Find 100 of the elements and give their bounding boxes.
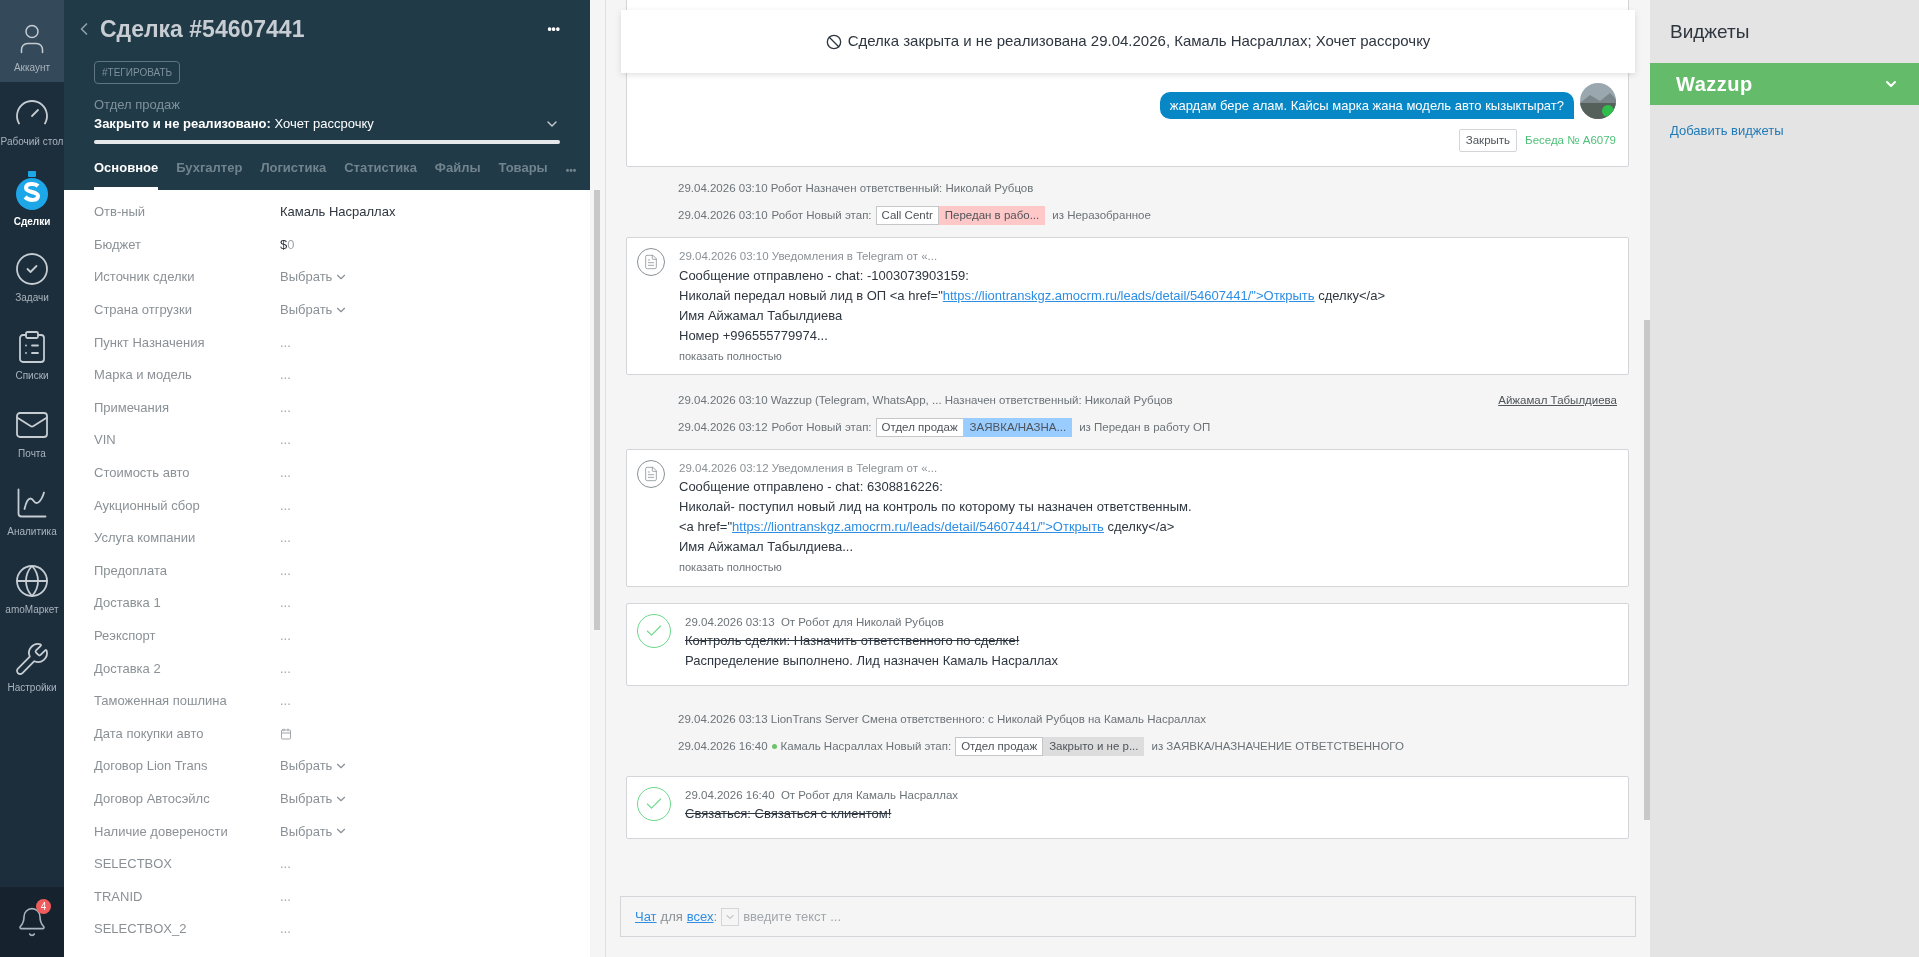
wrench-icon bbox=[14, 640, 50, 677]
message-text: Сообщение отправлено - chat: 6308816226: bbox=[679, 478, 944, 497]
pipeline-name: Отдел продаж bbox=[94, 95, 181, 114]
nav-label: Списки bbox=[15, 368, 49, 382]
field-value[interactable]: ... bbox=[280, 430, 291, 450]
field-value[interactable]: ... bbox=[280, 397, 291, 418]
field-label: SELECTBOX_2 bbox=[94, 920, 188, 939]
show-more-link[interactable]: показать полностью bbox=[679, 559, 1192, 576]
task-text: Контроль сделки: Назначить ответственного по сделке! bbox=[685, 632, 1021, 650]
event-meta: 29.04.2026 03:13 LionTrans Server Смена ответственного: с Николай Рубцов на Камаль Насраллах bbox=[678, 711, 1207, 727]
nav-item[interactable]: Аккаунт bbox=[0, 0, 64, 82]
field-label: Марка и модель bbox=[94, 366, 193, 385]
field-label: Примечания bbox=[94, 398, 171, 417]
event-meta: 29.04.2026 03:12 bbox=[678, 419, 768, 435]
field-value[interactable]: ... bbox=[280, 528, 291, 548]
show-more-link[interactable]: показать полностью bbox=[679, 347, 1386, 364]
widget-name: Wazzup bbox=[1676, 71, 1753, 97]
field-value[interactable]: ... bbox=[280, 332, 291, 353]
tab[interactable]: Основное bbox=[94, 157, 159, 190]
field-value[interactable]: ... bbox=[280, 625, 291, 646]
event-meta: Робот Новый этап: bbox=[771, 208, 872, 224]
budget-value[interactable]: $0 bbox=[280, 234, 295, 255]
chat-input-label: для bbox=[660, 907, 683, 926]
select-dropdown[interactable]: Выбрать bbox=[280, 267, 349, 287]
field-value[interactable]: ... bbox=[280, 691, 291, 711]
tag-button[interactable]: #ТЕГИРОВАТЬ bbox=[94, 60, 181, 84]
select-dropdown[interactable]: Выбрать bbox=[280, 821, 349, 842]
message-text: Сообщение отправлено - chat: -1003073903159: bbox=[679, 266, 970, 285]
recipients-link[interactable]: всех bbox=[686, 906, 714, 927]
tab[interactable]: Статистика bbox=[344, 157, 417, 190]
banner-text: Сделка закрыта и не реализована 29.04.2026, Камаль Насраллах; Хочет рассрочку bbox=[847, 31, 1431, 52]
pipeline-tag: Отдел продаж bbox=[875, 417, 964, 438]
message-text: <a href="https://liontranskgz.amocrm.ru/leads/detail/54607441/">Открыть сделку</a> bbox=[679, 518, 1176, 537]
field-value[interactable]: Камаль Насраллах bbox=[280, 202, 396, 222]
chat-input-label: : bbox=[713, 907, 718, 926]
field-label: Страна отгрузки bbox=[94, 301, 193, 320]
more-tabs-button[interactable]: ••• bbox=[565, 163, 577, 190]
close-button[interactable]: Закрыть bbox=[1458, 129, 1518, 153]
nav-label: Сделки bbox=[13, 214, 51, 228]
field-value[interactable]: ... bbox=[280, 658, 291, 679]
recipients-dropdown[interactable] bbox=[721, 907, 740, 926]
field-label: Договор Автосэйлс bbox=[94, 789, 211, 808]
field-label: Таможенная пошлина bbox=[94, 692, 228, 711]
nav-label: Аналитика bbox=[7, 524, 57, 538]
calendar-icon[interactable] bbox=[280, 727, 292, 740]
field-value[interactable]: ... bbox=[280, 886, 291, 907]
field-label: Аукционный сбор bbox=[94, 496, 201, 515]
message-text: Номер +996555779974... bbox=[679, 326, 829, 345]
field-value[interactable]: ... bbox=[280, 365, 291, 385]
nav-label: Почта bbox=[18, 446, 46, 460]
message-link[interactable]: https://liontranskgz.amocrm.ru/leads/detail/54607441/">Открыть bbox=[732, 519, 1104, 535]
message-text: Николай- поступил новый лид на контроль по которому ты назначен ответственным. bbox=[679, 498, 1192, 517]
nav-item[interactable]: Задачи bbox=[0, 238, 64, 316]
field-label: SELECTBOX bbox=[94, 855, 174, 874]
deal-title[interactable]: Сделка #54607441 bbox=[100, 12, 305, 47]
event-meta: 29.04.2026 16:40 bbox=[678, 738, 768, 754]
message-input-field[interactable]: введите текст ... bbox=[743, 906, 1621, 927]
tab[interactable]: Товары bbox=[498, 157, 548, 190]
message-link[interactable]: https://liontranskgz.amocrm.ru/leads/detail/54607441/">Открыть bbox=[942, 287, 1315, 303]
field-value[interactable]: ... bbox=[280, 593, 291, 613]
field-value[interactable]: ... bbox=[280, 919, 291, 939]
tab[interactable]: Бухгалтер bbox=[176, 157, 243, 190]
nav-item[interactable]: Аналитика bbox=[0, 472, 64, 550]
field-value[interactable]: ... bbox=[280, 495, 291, 516]
nav-item[interactable]: amoМаркет bbox=[0, 550, 64, 628]
status-dropdown[interactable]: Закрыто и не реализовано: Хочет рассрочку bbox=[94, 114, 560, 134]
field-label: TRANID bbox=[94, 887, 144, 906]
chat-input-bar[interactable]: Чат для всех: введите текст ... bbox=[620, 896, 1636, 937]
message-text: Имя Айжамал Табылдиева... bbox=[679, 538, 855, 557]
contact-link[interactable]: Айжамал Табылдиева bbox=[1498, 391, 1617, 410]
add-widgets-link[interactable]: Добавить виджеты bbox=[1650, 120, 1919, 140]
nav-item[interactable]: Сделки bbox=[0, 160, 64, 238]
event-meta: Камаль Насраллах Новый этап: bbox=[780, 738, 952, 754]
nav-label: amoМаркет bbox=[5, 602, 59, 616]
task-meta: 29.04.2026 16:40 От Робот для Камаль Насраллах bbox=[685, 788, 959, 803]
more-button[interactable]: ••• bbox=[547, 20, 560, 39]
select-dropdown[interactable]: Выбрать bbox=[280, 756, 349, 776]
event-meta: 29.04.2026 03:10 Робот Назначен ответственный: Николай Рубцов bbox=[678, 181, 1034, 197]
select-dropdown[interactable]: Выбрать bbox=[280, 300, 349, 320]
nav-item[interactable]: Настройки bbox=[0, 628, 64, 706]
widget-header[interactable]: Wazzup bbox=[1650, 62, 1919, 105]
field-label: Услуга компании bbox=[94, 529, 197, 548]
select-dropdown[interactable]: Выбрать bbox=[280, 788, 349, 809]
field-label: Стоимость авто bbox=[94, 464, 191, 482]
tab[interactable]: Логистика bbox=[260, 157, 327, 190]
nav-item[interactable]: Рабочий стол bbox=[0, 82, 64, 160]
chat-link[interactable]: Чат bbox=[635, 906, 657, 927]
field-label: Бюджет bbox=[94, 235, 143, 254]
field-value[interactable]: ... bbox=[280, 560, 291, 581]
field-value[interactable]: ... bbox=[280, 854, 291, 874]
conversation-link[interactable]: Беседа № A6079 bbox=[1525, 132, 1616, 150]
tab[interactable]: Файлы bbox=[434, 157, 481, 190]
nav-item[interactable]: Почта bbox=[0, 394, 64, 472]
message-text: Имя Айжамал Табылдиева bbox=[679, 306, 844, 325]
event-meta: из Неразобранное bbox=[1052, 208, 1151, 224]
event-meta: из Передан в работу ОП bbox=[1079, 419, 1211, 435]
field-label: Источник сделки bbox=[94, 268, 196, 287]
notification-badge: 4 bbox=[36, 899, 51, 914]
field-value[interactable]: ... bbox=[280, 463, 291, 483]
nav-item[interactable]: Списки bbox=[0, 316, 64, 394]
